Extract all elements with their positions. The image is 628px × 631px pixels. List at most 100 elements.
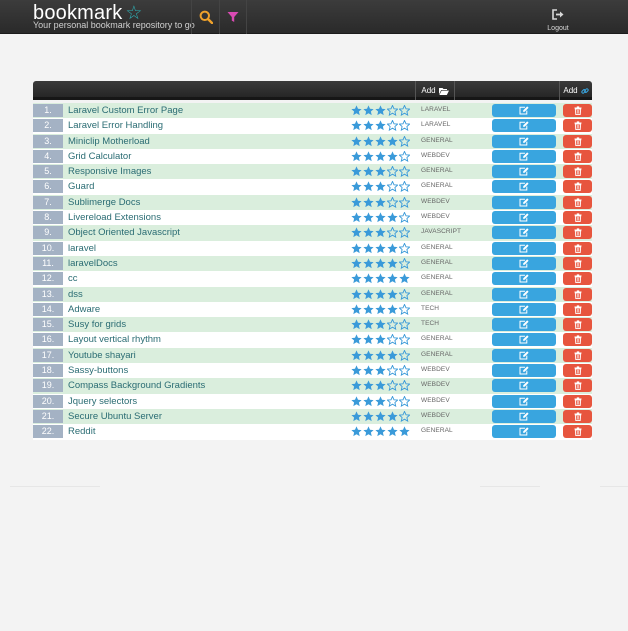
filter-button[interactable] bbox=[219, 0, 247, 34]
star-rating[interactable] bbox=[351, 256, 410, 271]
add-link-button[interactable]: Add bbox=[559, 81, 592, 100]
star-filled-icon[interactable] bbox=[375, 181, 386, 192]
star-outline-icon[interactable] bbox=[387, 105, 398, 116]
star-filled-icon[interactable] bbox=[351, 243, 362, 254]
star-filled-icon[interactable] bbox=[363, 151, 374, 162]
delete-button[interactable] bbox=[563, 149, 592, 163]
star-rating[interactable] bbox=[351, 363, 410, 378]
delete-button[interactable] bbox=[563, 119, 592, 133]
star-outline-icon[interactable] bbox=[399, 319, 410, 331]
star-filled-icon[interactable] bbox=[387, 135, 398, 147]
search-button[interactable] bbox=[191, 0, 219, 34]
star-filled-icon[interactable] bbox=[375, 273, 386, 284]
star-filled-icon[interactable] bbox=[351, 227, 362, 238]
delete-button[interactable] bbox=[563, 379, 592, 393]
edit-button[interactable] bbox=[492, 149, 556, 163]
star-outline-icon[interactable] bbox=[399, 380, 410, 392]
star-outline-icon[interactable] bbox=[387, 334, 398, 346]
star-filled-icon[interactable] bbox=[375, 166, 386, 177]
star-outline-icon[interactable] bbox=[399, 120, 410, 132]
star-outline-icon[interactable] bbox=[399, 105, 410, 116]
star-rating[interactable] bbox=[351, 195, 410, 210]
edit-button[interactable] bbox=[492, 287, 556, 301]
star-filled-icon[interactable] bbox=[375, 350, 386, 361]
star-filled-icon[interactable] bbox=[387, 273, 398, 284]
star-rating[interactable] bbox=[351, 149, 410, 164]
star-outline-icon[interactable] bbox=[387, 395, 398, 407]
star-outline-icon[interactable] bbox=[399, 242, 410, 254]
star-filled-icon[interactable] bbox=[363, 212, 374, 223]
edit-button[interactable] bbox=[492, 333, 556, 347]
star-filled-icon[interactable] bbox=[351, 304, 362, 315]
edit-button[interactable] bbox=[492, 256, 556, 270]
star-outline-icon[interactable] bbox=[399, 181, 410, 193]
star-filled-icon[interactable] bbox=[375, 227, 386, 238]
star-filled-icon[interactable] bbox=[351, 105, 362, 116]
star-outline-icon[interactable] bbox=[387, 365, 398, 377]
bookmark-title-link[interactable]: Laravel Error Handling bbox=[68, 119, 163, 132]
star-filled-icon[interactable] bbox=[351, 181, 362, 192]
star-rating[interactable] bbox=[351, 164, 410, 179]
star-rating[interactable] bbox=[351, 271, 410, 286]
star-rating[interactable] bbox=[351, 225, 410, 240]
star-rating[interactable] bbox=[351, 134, 410, 149]
star-filled-icon[interactable] bbox=[363, 380, 374, 391]
star-rating[interactable] bbox=[351, 394, 410, 409]
edit-button[interactable] bbox=[492, 409, 556, 423]
star-filled-icon[interactable] bbox=[351, 288, 362, 300]
star-filled-icon[interactable] bbox=[351, 396, 362, 407]
star-outline-icon[interactable] bbox=[399, 349, 410, 361]
delete-button[interactable] bbox=[563, 211, 592, 225]
star-filled-icon[interactable] bbox=[387, 243, 398, 254]
star-filled-icon[interactable] bbox=[351, 135, 362, 147]
edit-button[interactable] bbox=[492, 302, 556, 316]
star-filled-icon[interactable] bbox=[375, 135, 386, 147]
delete-button[interactable] bbox=[563, 180, 592, 194]
star-filled-icon[interactable] bbox=[375, 120, 386, 131]
star-filled-icon[interactable] bbox=[351, 273, 362, 284]
bookmark-title-link[interactable]: Sassy-buttons bbox=[68, 364, 128, 377]
star-rating[interactable] bbox=[351, 241, 410, 256]
star-filled-icon[interactable] bbox=[363, 181, 374, 192]
edit-button[interactable] bbox=[492, 364, 556, 378]
star-filled-icon[interactable] bbox=[375, 212, 386, 223]
star-filled-icon[interactable] bbox=[363, 273, 374, 284]
star-filled-icon[interactable] bbox=[375, 304, 386, 315]
star-outline-icon[interactable] bbox=[387, 120, 398, 132]
delete-button[interactable] bbox=[563, 104, 592, 117]
star-filled-icon[interactable] bbox=[363, 166, 374, 177]
edit-button[interactable] bbox=[492, 241, 556, 255]
delete-button[interactable] bbox=[563, 333, 592, 347]
bookmark-title-link[interactable]: cc bbox=[68, 272, 78, 285]
bookmark-title-link[interactable]: Laravel Custom Error Page bbox=[68, 104, 183, 117]
star-filled-icon[interactable] bbox=[363, 350, 374, 361]
star-filled-icon[interactable] bbox=[363, 411, 374, 422]
star-outline-icon[interactable] bbox=[399, 410, 410, 422]
bookmark-title-link[interactable]: Guard bbox=[68, 180, 94, 193]
bookmark-title-link[interactable]: laravelDocs bbox=[68, 257, 118, 270]
star-outline-icon[interactable] bbox=[399, 166, 410, 178]
star-filled-icon[interactable] bbox=[387, 304, 398, 315]
delete-button[interactable] bbox=[563, 318, 592, 332]
star-outline-icon[interactable] bbox=[399, 196, 410, 208]
delete-button[interactable] bbox=[563, 364, 592, 378]
edit-button[interactable] bbox=[492, 195, 556, 209]
delete-button[interactable] bbox=[563, 256, 592, 270]
star-filled-icon[interactable] bbox=[363, 304, 374, 315]
bookmark-title-link[interactable]: Grid Calculator bbox=[68, 150, 131, 163]
bookmark-title-link[interactable]: Responsive Images bbox=[68, 165, 151, 178]
star-filled-icon[interactable] bbox=[351, 319, 362, 330]
star-filled-icon[interactable] bbox=[375, 258, 386, 269]
edit-button[interactable] bbox=[492, 134, 556, 148]
star-outline-icon[interactable] bbox=[399, 303, 410, 315]
star-rating[interactable] bbox=[351, 302, 410, 317]
edit-button[interactable] bbox=[492, 379, 556, 393]
star-outline-icon[interactable] bbox=[399, 227, 410, 239]
star-rating[interactable] bbox=[351, 378, 410, 393]
star-filled-icon[interactable] bbox=[387, 258, 398, 269]
star-outline-icon[interactable] bbox=[387, 319, 398, 331]
star-outline-icon[interactable] bbox=[387, 166, 398, 178]
bookmark-title-link[interactable]: Compass Background Gradients bbox=[68, 379, 205, 392]
star-outline-icon[interactable] bbox=[399, 135, 410, 147]
delete-button[interactable] bbox=[563, 195, 592, 209]
